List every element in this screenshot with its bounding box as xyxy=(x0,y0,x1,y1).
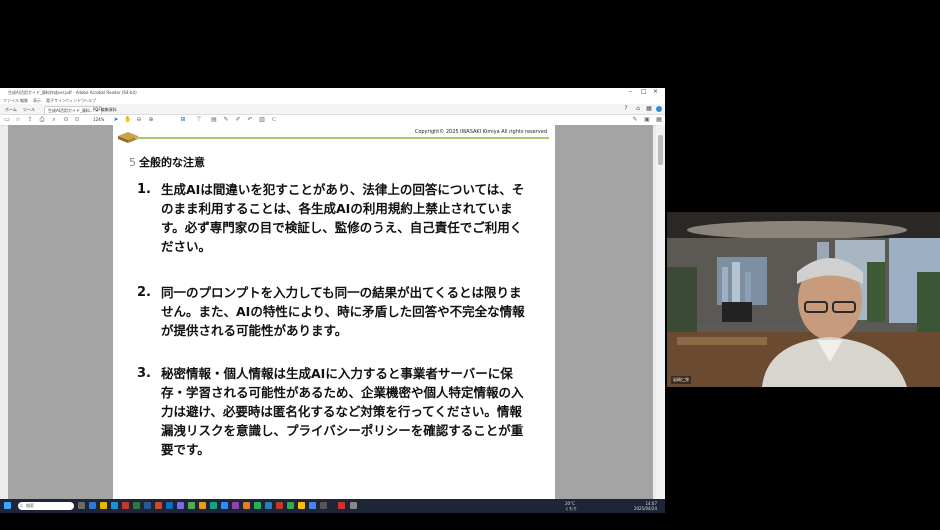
window-title: 生成AI活用ガイド_資料作成ver.pdf - Adobe Acrobat Re… xyxy=(8,90,137,95)
outlook-icon[interactable] xyxy=(166,502,173,509)
zoom-in-icon[interactable]: ⊕ xyxy=(148,117,154,123)
excel-icon[interactable] xyxy=(133,502,140,509)
app-icon[interactable] xyxy=(210,502,217,509)
app-icon[interactable] xyxy=(243,502,250,509)
pdf-page: Copyright© 2025 IWASAKI Kimiya All right… xyxy=(113,125,555,499)
pen-icon[interactable]: ✎ xyxy=(223,117,229,123)
tab-bar: ホーム ツール 生成AI活用ガイド_資料... × PDF編集資料 ? ⌂ ▦ xyxy=(0,104,665,115)
shared-screen: 生成AI活用ガイド_資料作成ver.pdf - Adobe Acrobat Re… xyxy=(0,88,665,513)
app-icon[interactable] xyxy=(199,502,206,509)
hand-icon[interactable]: ✋ xyxy=(124,117,131,123)
minimize-icon[interactable]: – xyxy=(629,89,632,95)
teams-icon[interactable] xyxy=(177,502,184,509)
app-icon[interactable] xyxy=(350,502,357,509)
list-item-number: 2. xyxy=(137,285,151,300)
windows-start-icon[interactable] xyxy=(4,502,11,509)
sidebar-panel-icon[interactable]: ▣ xyxy=(644,117,650,123)
more-tools-icon[interactable]: ▦ xyxy=(656,117,662,123)
edit-pdf-icon[interactable]: ✎ xyxy=(632,117,638,123)
zoom-out-icon[interactable]: ⊖ xyxy=(136,117,142,123)
comment-icon[interactable]: ▤ xyxy=(211,117,217,123)
participant-video[interactable]: 岩崎仁弥 xyxy=(667,212,940,387)
menu-bar: ファイル 編集 表示 電子サイン ウィンドウ ヘルプ xyxy=(0,97,665,104)
app-icon[interactable] xyxy=(298,502,305,509)
list-item-number: 1. xyxy=(137,182,151,197)
search-icon[interactable]: ⌕ xyxy=(51,117,57,123)
slide-heading: 5 全般的な注意 xyxy=(129,154,205,170)
chrome-icon[interactable] xyxy=(287,502,294,509)
highlight-icon[interactable]: ✐ xyxy=(235,117,241,123)
help-icon[interactable]: ? xyxy=(623,106,629,112)
app-icon[interactable] xyxy=(122,502,129,509)
word-icon[interactable] xyxy=(144,502,151,509)
taskbar-search[interactable]: ⌕ 検索 xyxy=(18,502,74,510)
list-item: 3. 秘密情報・個人情報は生成AIに入力すると事業者サーバーに保存・学習される可… xyxy=(137,364,532,459)
close-icon[interactable]: × xyxy=(653,89,658,95)
link-icon[interactable]: ⊂ xyxy=(271,117,277,123)
tab-tools[interactable]: ツール xyxy=(20,106,38,113)
copyright-text: Copyright© 2025 IWASAKI Kimiya All right… xyxy=(414,129,547,135)
taskbar: ⌕ 検索 20°C くもり 14:07 2025/04/24 xyxy=(0,499,665,513)
folder-icon[interactable] xyxy=(100,502,107,509)
video-scene xyxy=(667,212,940,387)
print-icon[interactable]: ⎙ xyxy=(39,117,45,123)
vertical-scrollbar[interactable] xyxy=(656,125,665,499)
maximize-icon[interactable]: □ xyxy=(641,89,647,95)
trash-icon[interactable]: ▥ xyxy=(259,117,265,123)
slide-title: 全般的な注意 xyxy=(139,156,205,169)
tab-pdf-edit[interactable]: PDF編集資料 xyxy=(90,106,120,113)
weather-desc: くもり xyxy=(565,506,577,511)
scrollbar-thumb[interactable] xyxy=(658,135,663,165)
tab-home[interactable]: ホーム xyxy=(2,106,20,113)
fit-page-icon[interactable]: ⊞ xyxy=(180,117,186,123)
list-item-number: 3. xyxy=(137,366,151,381)
app-icon[interactable] xyxy=(188,502,195,509)
powerpoint-icon[interactable] xyxy=(155,502,162,509)
list-item-text: 同一のプロンプトを入力しても同一の結果が出てくるとは限りません。また、AIの特性… xyxy=(161,285,525,338)
edge-icon[interactable] xyxy=(111,502,118,509)
stamp-icon[interactable]: ⊤ xyxy=(196,117,202,123)
app-icon[interactable] xyxy=(309,502,316,509)
acrobat-icon[interactable] xyxy=(338,502,345,509)
participant-name: 岩崎仁弥 xyxy=(671,376,691,384)
star-icon[interactable]: ☆ xyxy=(15,117,21,123)
app-icon[interactable] xyxy=(89,502,96,509)
account-avatar[interactable] xyxy=(656,106,662,112)
zoom-app-icon[interactable] xyxy=(221,502,228,509)
upload-icon[interactable]: ⇪ xyxy=(27,117,33,123)
title-bar: 生成AI活用ガイド_資料作成ver.pdf - Adobe Acrobat Re… xyxy=(0,88,665,97)
page-number: 5 xyxy=(129,156,136,169)
taskbar-search-placeholder: 検索 xyxy=(26,503,34,508)
list-item: 1. 生成AIは間違いを犯すことがあり、法律上の回答については、そのまま利用する… xyxy=(137,180,532,256)
app-icon[interactable] xyxy=(276,502,283,509)
cursor-icon[interactable]: ➤ xyxy=(113,117,119,123)
list-item-text: 生成AIは間違いを犯すことがあり、法律上の回答については、そのまま利用することは… xyxy=(161,182,525,254)
weather-widget[interactable]: 20°C くもり xyxy=(565,501,577,511)
pdf-viewport[interactable]: Copyright© 2025 IWASAKI Kimiya All right… xyxy=(8,125,653,499)
page-down-icon[interactable]: ⊙ xyxy=(74,117,80,123)
zoom-level[interactable]: 124% xyxy=(93,117,104,123)
system-clock[interactable]: 14:07 2025/04/24 xyxy=(634,501,657,511)
app-icon[interactable] xyxy=(232,502,239,509)
app-icon[interactable] xyxy=(254,502,261,509)
search-icon: ⌕ xyxy=(20,503,23,509)
app-icon[interactable] xyxy=(265,502,272,509)
header-rule xyxy=(135,137,549,139)
clock-date: 2025/04/24 xyxy=(633,506,657,511)
bell-icon[interactable]: ⌂ xyxy=(635,106,641,112)
app-icon[interactable] xyxy=(320,502,327,509)
undo-icon[interactable]: ↶ xyxy=(247,117,253,123)
list-item-text: 秘密情報・個人情報は生成AIに入力すると事業者サーバーに保存・学習される可能性が… xyxy=(161,366,524,457)
page-up-icon[interactable]: ⊙ xyxy=(63,117,69,123)
task-view-icon[interactable] xyxy=(78,502,85,509)
page-icon[interactable]: ▭ xyxy=(4,117,10,123)
list-item: 2. 同一のプロンプトを入力しても同一の結果が出てくるとは限りません。また、AI… xyxy=(137,283,532,340)
apps-icon[interactable]: ▦ xyxy=(646,106,652,112)
